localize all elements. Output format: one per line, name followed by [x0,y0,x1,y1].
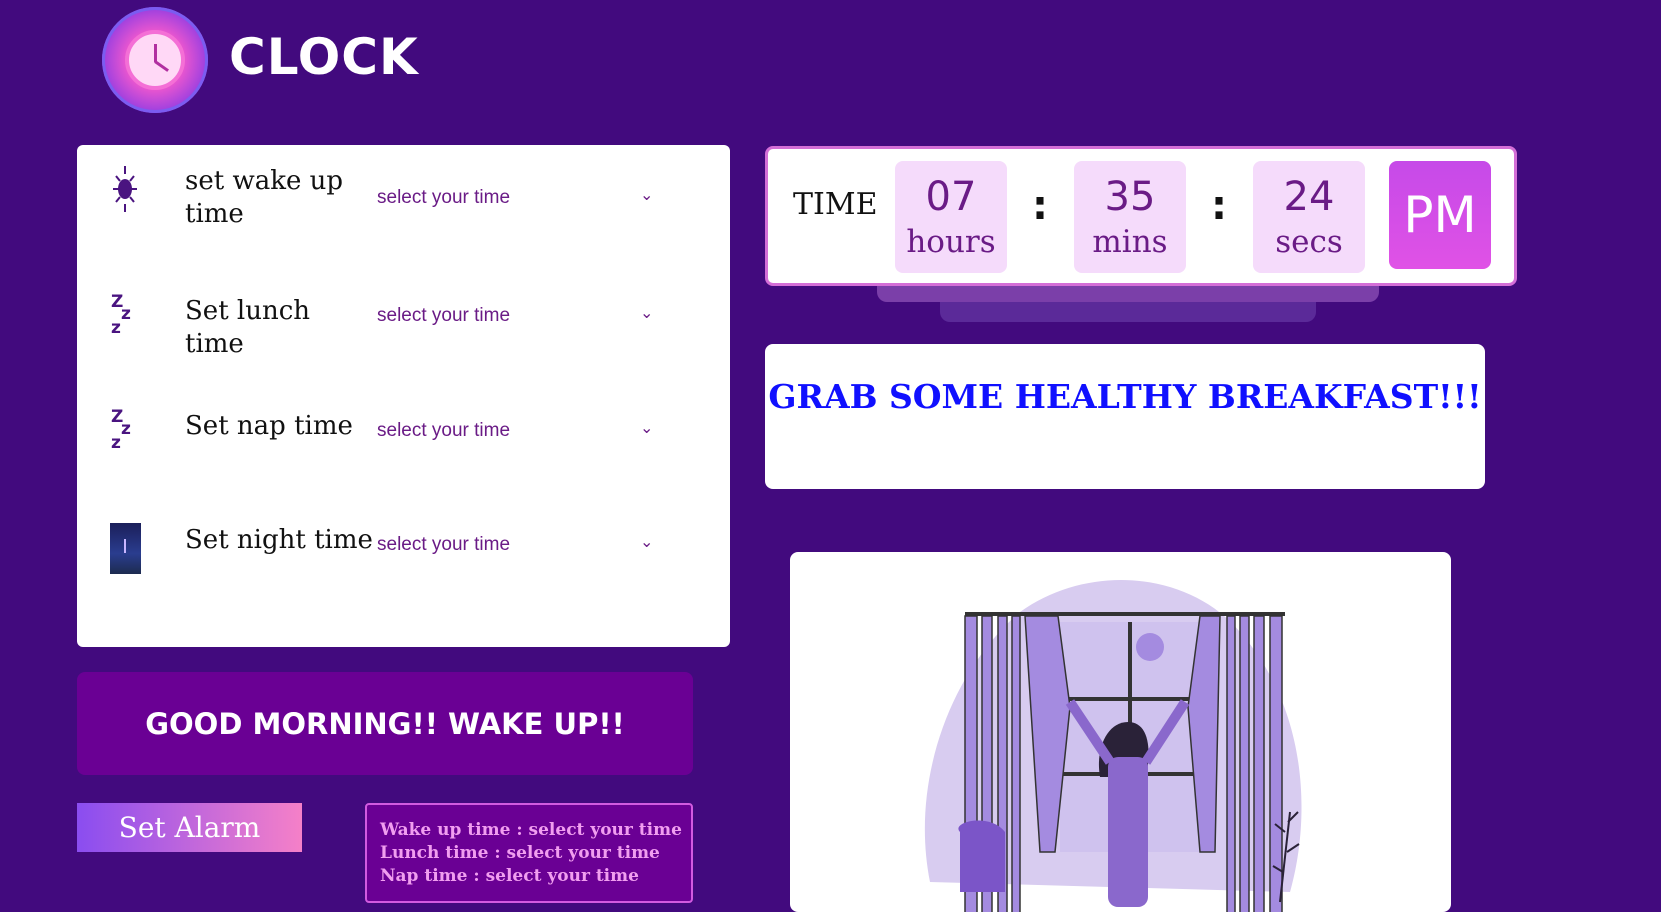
ampm-badge: PM [1389,161,1491,269]
mins-box: 35 mins [1074,161,1186,273]
secs-value: 24 [1283,174,1335,220]
summary-nap-line: Nap time : select your time [380,866,639,886]
wake-up-row: set wake up time select your time ⌄ [77,163,730,229]
activity-message-text: GRAB SOME HEALTHY BREAKFAST!!! [768,377,1482,416]
nap-row: Zzz Set nap time select your time ⌄ [77,408,730,468]
night-select[interactable]: select your time [377,534,667,556]
summary-wake-line: Wake up time : select your time [380,820,682,840]
night-icon [107,522,143,574]
set-alarm-button[interactable]: Set Alarm [77,803,302,852]
mins-value: 35 [1104,174,1156,220]
chevron-down-icon[interactable]: ⌄ [640,185,653,204]
greeting-banner: GOOD MORNING!! WAKE UP!! [77,672,693,775]
time-separator: : [1032,183,1048,229]
wake-up-select[interactable]: select your time [377,187,667,209]
hours-unit: hours [906,224,996,260]
chevron-down-icon[interactable]: ⌄ [640,418,653,437]
woman-opening-curtains-illustration [790,552,1451,912]
activity-message: GRAB SOME HEALTHY BREAKFAST!!! [765,344,1485,489]
nap-label: Set nap time [185,411,353,441]
zzz-icon: Zzz [111,407,131,453]
lunch-label: Set lunch time [185,296,311,359]
time-label: TIME [793,187,878,222]
night-label: Set night time [185,525,373,555]
lunch-select[interactable]: select your time [377,305,667,327]
chevron-down-icon[interactable]: ⌄ [640,532,653,551]
lunch-row: Zzz Set lunch time select your time ⌄ [77,292,730,360]
night-row: Set night time select your time ⌄ [77,522,730,582]
secs-unit: secs [1275,224,1343,260]
time-separator: : [1211,183,1227,229]
chevron-down-icon[interactable]: ⌄ [640,303,653,322]
wake-up-label: set wake up time [185,166,343,229]
hours-value: 07 [925,174,977,220]
brand-title: CLOCK [229,28,419,86]
time-settings-panel: set wake up time select your time ⌄ Zzz … [77,145,730,647]
secs-box: 24 secs [1253,161,1365,273]
nap-select[interactable]: select your time [377,420,667,442]
hours-box: 07 hours [895,161,1007,273]
mins-unit: mins [1092,224,1168,260]
alarm-summary: Wake up time : select your time Lunch ti… [365,803,693,903]
clock-logo-icon [102,7,208,113]
zzz-icon: Zzz [111,292,131,338]
summary-lunch-line: Lunch time : select your time [380,843,660,863]
sun-icon [107,163,143,215]
time-display: TIME 07 hours : 35 mins : 24 secs PM [765,146,1517,286]
